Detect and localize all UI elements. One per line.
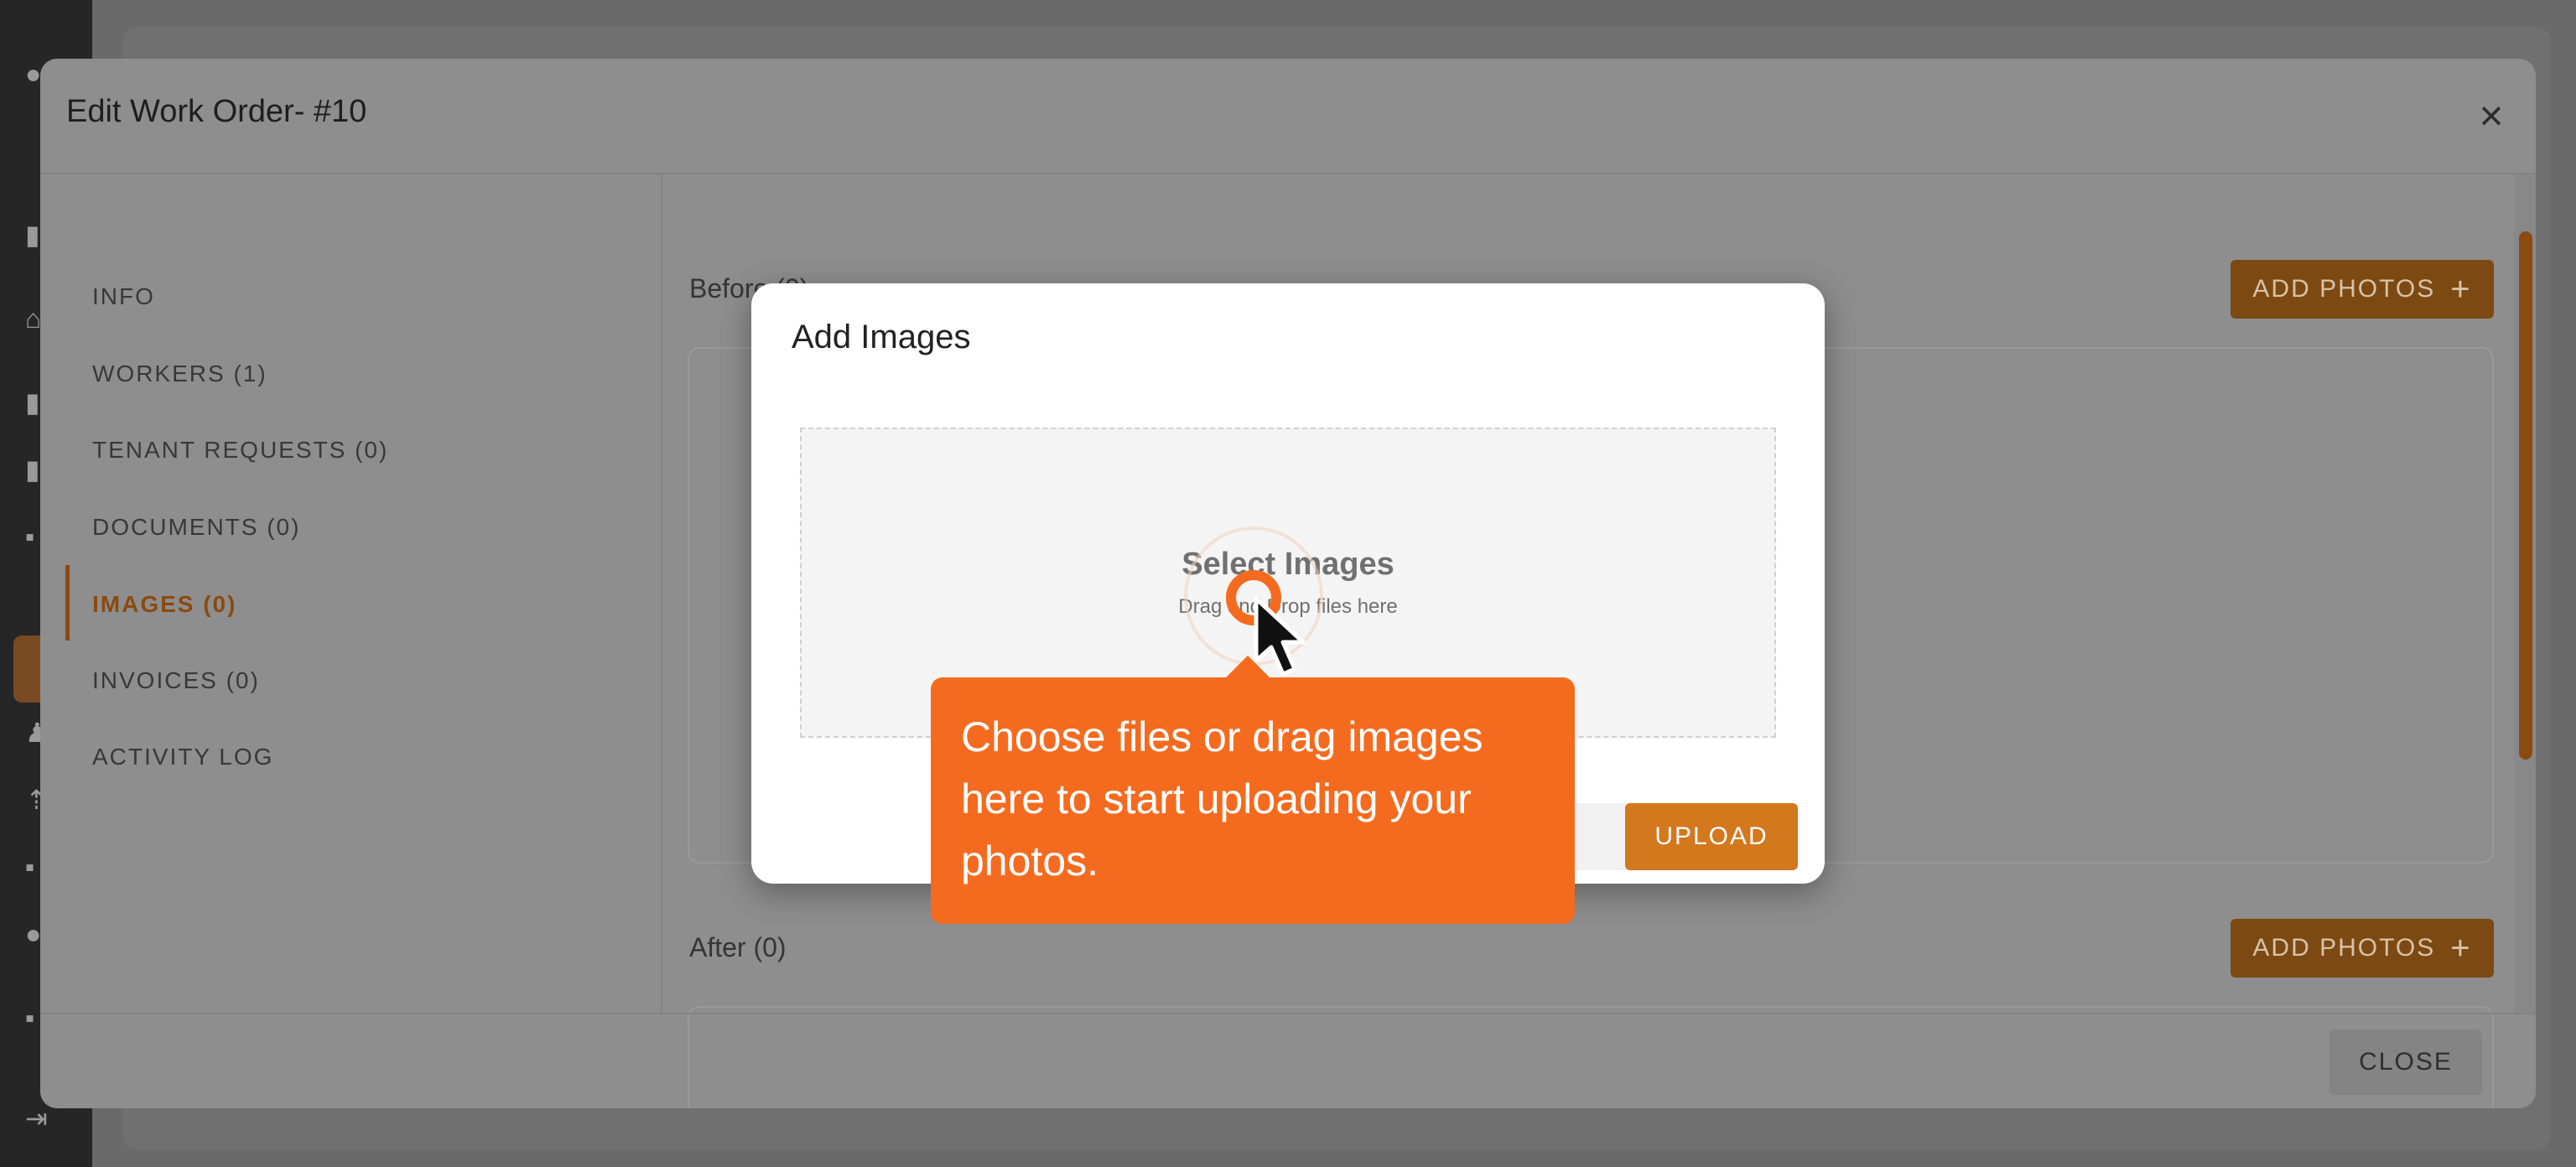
modal-nav: INFO WORKERS (1) TENANT REQUESTS (0) DOC… [40,174,662,1014]
modal-title: Edit Work Order- #10 [66,94,367,129]
after-label: After (0) [689,932,787,962]
nav-item-info[interactable]: INFO [92,283,155,310]
nav-item-documents[interactable]: DOCUMENTS (0) [92,514,300,541]
nav-item-images[interactable]: IMAGES (0) [92,591,236,618]
scrollbar[interactable] [2514,174,2536,1014]
dialog-title: Add Images [792,319,971,355]
add-photos-before-button[interactable]: ADD PHOTOS + [2231,260,2494,319]
modal-header: Edit Work Order- #10 × [40,59,2536,174]
tooltip-arrow [1224,656,1271,679]
nav-item-tenant-requests[interactable]: TENANT REQUESTS (0) [92,437,388,464]
nav-item-workers[interactable]: WORKERS (1) [92,360,267,387]
add-photos-after-button[interactable]: ADD PHOTOS + [2231,919,2494,978]
nav-item-activity-log[interactable]: ACTIVITY LOG [92,744,273,770]
active-nav-indicator [65,565,70,641]
close-icon[interactable]: × [2472,95,2511,137]
add-photos-label: ADD PHOTOS [2252,275,2436,303]
scrollbar-thumb[interactable] [2519,231,2532,760]
close-button[interactable]: CLOSE [2329,1030,2482,1095]
plus-icon: + [2450,930,2472,967]
modal-footer: CLOSE [40,1013,2536,1108]
add-photos-label: ADD PHOTOS [2252,934,2436,962]
nav-item-invoices[interactable]: INVOICES (0) [92,667,260,694]
upload-button[interactable]: UPLOAD [1625,803,1798,870]
onboarding-tooltip: Choose files or drag images here to star… [931,677,1575,924]
plus-icon: + [2450,271,2472,308]
